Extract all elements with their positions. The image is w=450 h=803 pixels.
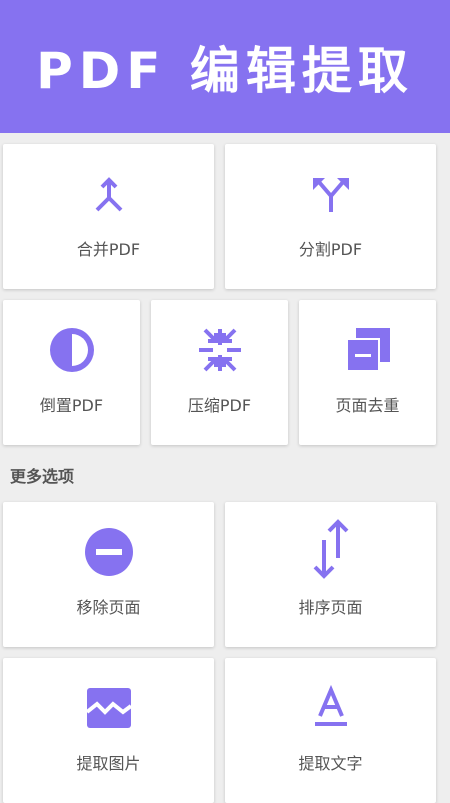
copy-pages-icon [342,324,394,376]
header-banner: PDF 编辑提取 [0,0,450,133]
split-icon [305,168,357,220]
image-icon [83,682,135,734]
dedupe-pages-button[interactable]: 页面去重 [299,300,436,445]
extract-text-label: 提取文字 [298,754,363,773]
page-title: PDF 编辑提取 [36,41,414,100]
merge-icon [83,168,135,220]
split-pdf-label: 分割PDF [298,240,363,259]
dedupe-pages-label: 页面去重 [335,396,400,415]
swap-vertical-icon [305,518,357,580]
remove-circle-icon [83,526,135,578]
merge-pdf-label: 合并PDF [76,240,141,259]
extract-images-label: 提取图片 [76,754,141,773]
reverse-pdf-label: 倒置PDF [39,396,104,415]
more-options-title: 更多选项 [10,467,75,486]
sort-pages-label: 排序页面 [298,598,363,617]
compress-pdf-button[interactable]: 压缩PDF [151,300,288,445]
remove-pages-button[interactable]: 移除页面 [3,502,214,647]
remove-pages-label: 移除页面 [76,598,141,617]
extract-text-button[interactable]: 提取文字 [225,658,436,803]
text-format-icon [305,682,357,734]
compress-pdf-label: 压缩PDF [187,396,252,415]
compress-icon [194,324,246,376]
sort-pages-button[interactable]: 排序页面 [225,502,436,647]
merge-pdf-button[interactable]: 合并PDF [3,144,214,289]
reverse-pdf-button[interactable]: 倒置PDF [3,300,140,445]
contrast-icon [46,324,98,376]
split-pdf-button[interactable]: 分割PDF [225,144,436,289]
extract-images-button[interactable]: 提取图片 [3,658,214,803]
